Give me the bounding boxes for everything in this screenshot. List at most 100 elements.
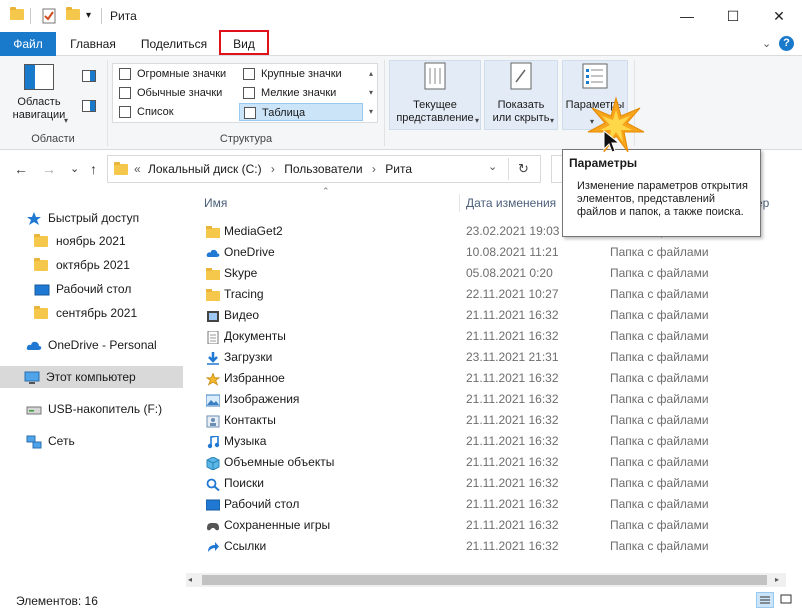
file-type: Папка с файлами [610,434,709,448]
collapse-ribbon-icon[interactable]: ⌄ [762,37,771,50]
column-header-date[interactable]: Дата изменения [466,192,556,214]
current-view-button[interactable]: Текущее представление [390,62,480,125]
3d-objects-icon [206,456,220,471]
details-view-toggle[interactable] [756,592,774,608]
sidebar-item-september[interactable]: сентябрь 2021 [34,302,137,324]
file-name: MediaGet2 [224,224,283,238]
chevron-down-icon: ▾ [64,116,69,125]
divider [384,60,385,146]
scroll-left-icon[interactable]: ◂ [188,575,192,584]
table-row[interactable]: Контакты 21.11.2021 16:32 Папка с файлами [200,410,760,431]
folder-icon [206,225,220,238]
properties-icon[interactable] [42,8,56,24]
sidebar-item-quick-access[interactable]: Быстрый доступ [26,207,139,229]
sort-ascending-icon: ⌃ [322,186,330,196]
sidebar-item-november[interactable]: ноябрь 2021 [34,230,126,252]
table-row[interactable]: Рабочий стол 21.11.2021 16:32 Папка с файл… [200,494,760,515]
breadcrumb-item[interactable]: Пользователи [284,162,362,176]
file-name: Объемные объекты [224,455,335,469]
sidebar-item-label: USB-накопитель (F:) [48,402,163,416]
sidebar-item-this-pc[interactable]: Этот компьютер [0,366,183,388]
tab-file[interactable]: Файл [0,32,56,56]
preview-pane-icon[interactable] [82,70,96,82]
file-date: 21.11.2021 16:32 [466,308,559,322]
new-folder-icon[interactable] [66,7,80,20]
tab-home[interactable]: Главная [64,32,122,56]
maximize-button[interactable]: ☐ [710,0,756,32]
navigation-pane-icon [24,64,54,90]
breadcrumb-item[interactable]: Локальный диск (C:) [148,162,262,176]
table-row[interactable]: Музыка 21.11.2021 16:32 Папка с файлами [200,431,760,452]
table-row[interactable]: Skype 05.08.2021 0:20 Папка с файлами [200,263,760,284]
refresh-button[interactable]: ↻ [518,161,529,177]
customize-toolbar-icon[interactable]: ▾ [86,10,91,21]
table-row[interactable]: Изображения 21.11.2021 16:32 Папка с файла… [200,389,760,410]
table-row[interactable]: OneDrive 10.08.2021 11:21 Папка с файлами [200,242,760,263]
help-icon[interactable]: ? [779,36,794,51]
breadcrumb-separator[interactable]: › [271,162,275,176]
address-history-icon[interactable]: ⌄ [488,160,497,173]
file-date: 21.11.2021 16:32 [466,476,559,490]
file-type: Папка с файлами [610,350,709,364]
address-bar[interactable]: « Локальный диск (C:) › Пользователи › Р… [107,155,541,183]
file-name: Избранное [224,371,285,385]
table-row[interactable]: Избранное 21.11.2021 16:32 Папка с файлами [200,368,760,389]
up-button[interactable]: ↑ [90,161,97,177]
title-bar: ▾ Рита — ☐ ✕ [0,0,802,32]
table-row[interactable]: Ссылки 21.11.2021 16:32 Папка с файлами [200,536,760,557]
file-date: 21.11.2021 16:32 [466,455,559,469]
file-type: Папка с файлами [610,518,709,532]
group-label-areas: Области [31,133,75,145]
close-button[interactable]: ✕ [756,0,802,32]
sidebar-item-network[interactable]: Сеть [26,430,75,452]
table-row[interactable]: Tracing 22.11.2021 10:27 Папка с файлами [200,284,760,305]
folder-icon [34,234,50,248]
gallery-scroll[interactable]: ▴ ▾ ▾ [365,64,377,122]
divider [101,8,102,24]
layout-medium-icons[interactable]: Обычные значки [115,84,235,102]
links-icon [206,540,220,553]
file-date: 22.11.2021 10:27 [466,287,559,301]
sidebar-item-onedrive[interactable]: OneDrive - Personal [26,334,157,356]
scrollbar-thumb[interactable] [202,575,767,585]
recent-locations-button[interactable]: ⌄ [70,162,79,175]
file-date: 23.11.2021 21:31 [466,350,559,364]
divider [30,8,31,24]
layout-details[interactable]: Таблица [239,103,363,121]
sidebar-item-october[interactable]: октябрь 2021 [34,254,130,276]
sidebar-item-usb[interactable]: USB-накопитель (F:) [26,398,162,420]
tab-share[interactable]: Поделиться [136,32,212,56]
show-hide-button[interactable]: Показать или скрыть [485,62,557,125]
sidebar-item-desktop[interactable]: Рабочий стол [34,278,131,300]
breadcrumb-separator[interactable]: › [372,162,376,176]
table-row[interactable]: Поиски 21.11.2021 16:32 Папка с файлами [200,473,760,494]
file-type: Папка с файлами [610,287,709,301]
large-icons-view-toggle[interactable] [778,592,796,608]
layout-small-icons[interactable]: Мелкие значки [239,84,363,102]
table-row[interactable]: Документы 21.11.2021 16:32 Папка с файлами [200,326,760,347]
drive-icon [26,402,42,416]
file-date: 21.11.2021 16:32 [466,392,559,406]
minimize-button[interactable]: — [664,0,710,32]
layout-list[interactable]: Список [115,103,235,121]
breadcrumb-item[interactable]: Рита [385,162,412,176]
layout-extra-large-icons[interactable]: Огромные значки [115,65,235,83]
details-pane-icon[interactable] [82,100,96,112]
breadcrumb-overflow[interactable]: « [134,162,141,176]
forward-button[interactable]: → [42,161,56,177]
table-row[interactable]: Загрузки 23.11.2021 21:31 Папка с файлами [200,347,760,368]
layout-gallery: Огромные значки Обычные значки Список Кр… [112,63,378,123]
file-date: 21.11.2021 16:32 [466,413,559,427]
column-header-name[interactable]: Имя [204,192,227,214]
navigation-pane-button[interactable]: Область навигации [8,64,70,122]
table-row[interactable]: Видео 21.11.2021 16:32 Папка с файлами [200,305,760,326]
scroll-right-icon[interactable]: ▸ [775,575,779,584]
table-row[interactable]: Объемные объекты 21.11.2021 16:32 Папка с … [200,452,760,473]
file-name: Контакты [224,413,276,427]
file-name: Загрузки [224,350,273,364]
back-button[interactable]: ← [14,161,28,177]
table-row[interactable]: Сохраненные игры 21.11.2021 16:32 Папка с … [200,515,760,536]
large-icons-view-icon [780,594,792,604]
options-icon [582,63,608,89]
layout-large-icons[interactable]: Крупные значки [239,65,363,83]
